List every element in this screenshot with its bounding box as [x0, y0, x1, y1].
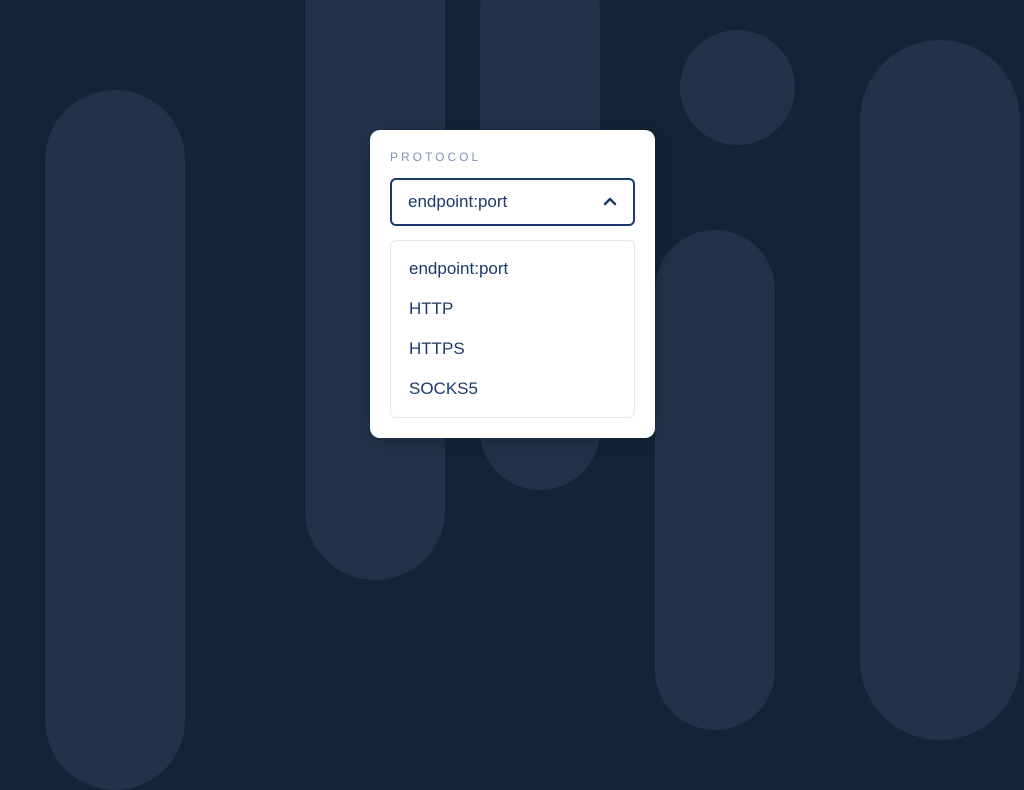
chevron-up-icon	[603, 195, 617, 209]
bg-pillar	[860, 40, 1020, 740]
bg-circle	[680, 30, 795, 145]
protocol-label: PROTOCOL	[390, 150, 635, 164]
select-value: endpoint:port	[408, 192, 507, 212]
option-socks5[interactable]: SOCKS5	[391, 369, 634, 409]
option-http[interactable]: HTTP	[391, 289, 634, 329]
option-endpoint-port[interactable]: endpoint:port	[391, 249, 634, 289]
option-https[interactable]: HTTPS	[391, 329, 634, 369]
bg-pillar	[45, 90, 185, 790]
bg-pillar	[655, 230, 775, 730]
protocol-card: PROTOCOL endpoint:port endpoint:port HTT…	[370, 130, 655, 438]
protocol-select[interactable]: endpoint:port	[390, 178, 635, 226]
protocol-dropdown: endpoint:port HTTP HTTPS SOCKS5	[390, 240, 635, 418]
